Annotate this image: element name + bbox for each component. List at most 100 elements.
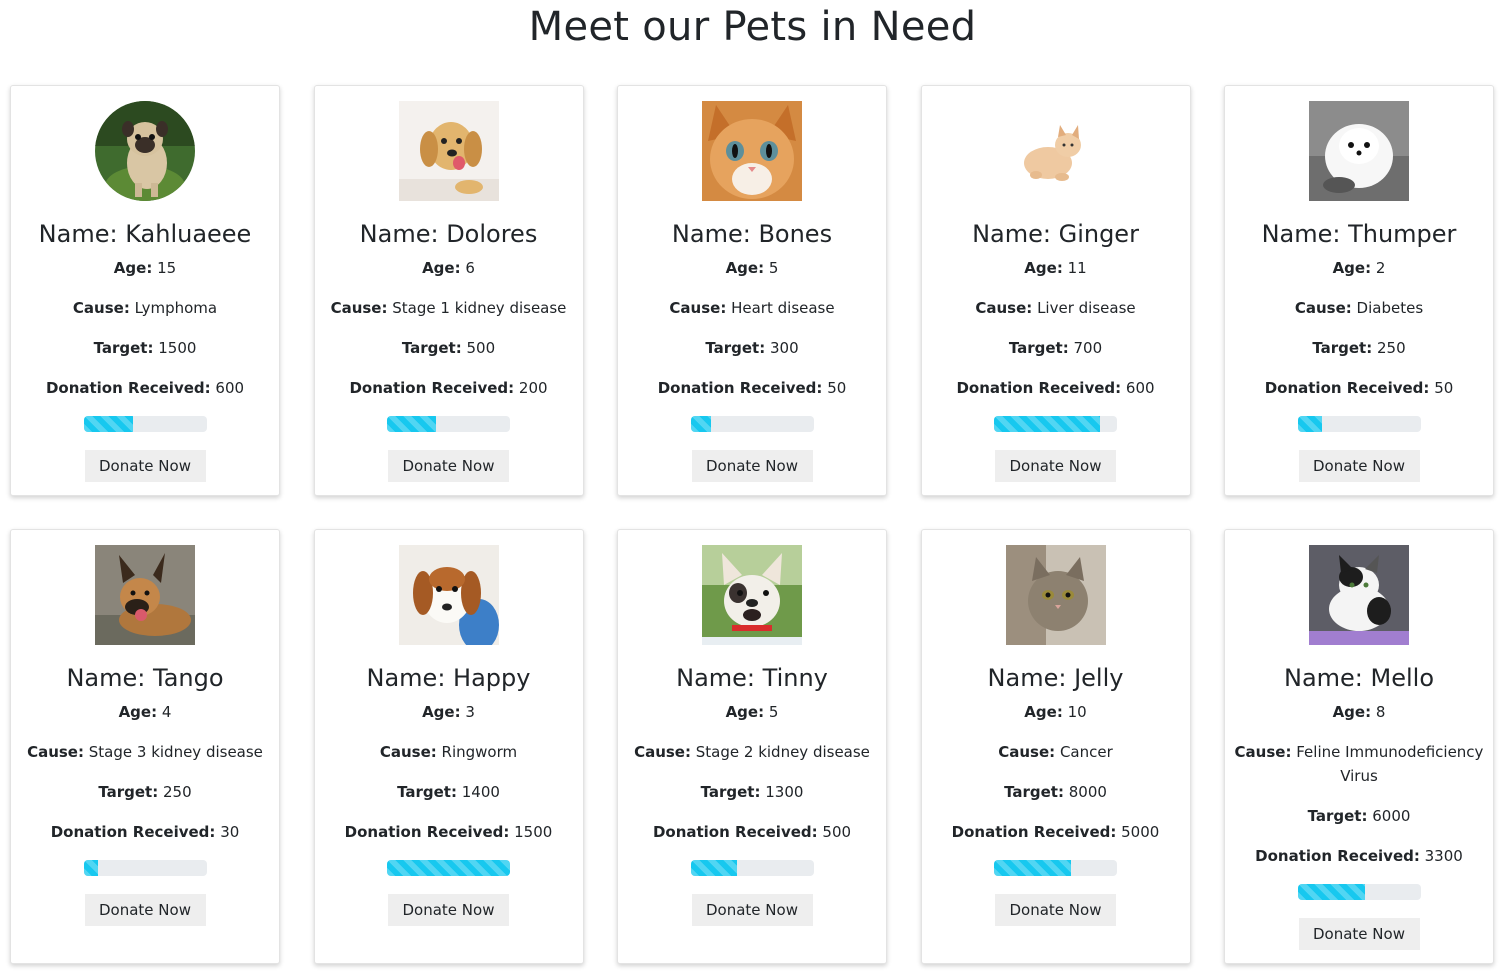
pet-target: Target: 1300: [700, 783, 804, 801]
pet-card-tango: Name: Tango Age: 4 Cause: Stage 3 kidney…: [10, 529, 280, 964]
page-title: Meet our Pets in Need: [528, 4, 977, 50]
donate-now-button[interactable]: Donate Now: [995, 894, 1116, 926]
pet-age: Age: 11: [1024, 259, 1087, 277]
pet-donation: Donation Received: 50: [1264, 379, 1454, 397]
pet-age: Age: 3: [422, 703, 475, 721]
donation-progress-bar: [994, 860, 1117, 876]
donation-progress-fill: [387, 416, 437, 432]
german-shepherd-photo: [95, 545, 195, 645]
pet-target: Target: 1400: [397, 783, 500, 801]
tabby-cat-photo: [1005, 545, 1106, 645]
pet-donation: Donation Received: 1500: [344, 823, 553, 841]
pet-name: Name: Tinny: [676, 664, 828, 692]
black-white-cat-photo: [1309, 545, 1409, 645]
donation-progress-bar: [83, 860, 207, 876]
pet-age: Age: 15: [113, 259, 177, 277]
pet-donation: Donation Received: 50: [657, 379, 847, 397]
pet-age: Age: 6: [422, 259, 475, 277]
donation-progress-fill: [83, 860, 99, 876]
pet-card-dolores: Name: Dolores Age: 6 Cause: Stage 1 kidn…: [313, 85, 584, 496]
golden-retriever-puppy-photo: [398, 101, 499, 201]
pet-card-ginger: Name: Ginger Age: 11 Cause: Liver diseas…: [920, 85, 1191, 496]
pet-name: Name: Happy: [366, 664, 531, 692]
donate-now-button[interactable]: Donate Now: [1298, 450, 1420, 482]
pet-cause: Cause: Liver disease: [975, 299, 1136, 317]
cream-cat-photo: [1005, 101, 1106, 201]
pet-age: Age: 8: [1332, 703, 1386, 721]
french-bulldog-photo: [702, 545, 802, 645]
donate-now-button[interactable]: Donate Now: [691, 894, 813, 926]
donation-progress-fill: [1297, 884, 1366, 900]
pet-name: Name: Ginger: [972, 220, 1139, 248]
donation-progress-fill: [994, 860, 1071, 876]
pet-card-thumper: Name: Thumper Age: 2 Cause: Diabetes Tar…: [1224, 85, 1494, 496]
pet-name: Name: Kahluaeee: [38, 220, 252, 248]
donation-progress-bar: [690, 416, 814, 432]
white-pomeranian-photo: [1309, 101, 1409, 201]
pet-target: Target: 250: [98, 783, 192, 801]
pet-cause: Cause: Stage 3 kidney disease: [27, 743, 263, 761]
donation-progress-fill: [690, 860, 738, 876]
pet-donation: Donation Received: 600: [956, 379, 1155, 397]
pet-target: Target: 6000: [1307, 807, 1411, 825]
donate-now-button[interactable]: Donate Now: [691, 450, 813, 482]
pet-name: Name: Tango: [66, 664, 224, 692]
pet-donation: Donation Received: 5000: [951, 823, 1160, 841]
pet-donation: Donation Received: 600: [45, 379, 245, 397]
pet-donation: Donation Received: 500: [652, 823, 852, 841]
pet-cause: Cause: Feline Immunodeficiency Virus: [1234, 743, 1484, 785]
pet-name: Name: Dolores: [359, 220, 538, 248]
donate-now-button[interactable]: Donate Now: [84, 450, 206, 482]
pet-name: Name: Bones: [671, 220, 833, 248]
donate-now-button[interactable]: Donate Now: [995, 450, 1116, 482]
donation-progress-bar: [994, 416, 1117, 432]
pet-cause: Cause: Stage 1 kidney disease: [330, 299, 567, 317]
pet-card-tinny: Name: Tinny Age: 5 Cause: Stage 2 kidney…: [617, 529, 887, 964]
pet-cause: Cause: Ringworm: [379, 743, 518, 761]
donation-progress-bar: [387, 860, 510, 876]
pet-donation: Donation Received: 30: [50, 823, 240, 841]
pug-photo: [95, 101, 195, 201]
donation-progress-fill: [387, 860, 510, 876]
donation-progress-fill: [690, 416, 712, 432]
pet-donation: Donation Received: 3300: [1255, 847, 1463, 865]
donation-progress-fill: [994, 416, 1100, 432]
donation-progress-fill: [1297, 416, 1323, 432]
pet-age: Age: 10: [1024, 703, 1087, 721]
pet-age: Age: 2: [1332, 259, 1386, 277]
donation-progress-bar: [387, 416, 510, 432]
pet-card-kahluaeee: Name: Kahluaeee Age: 15 Cause: Lymphoma …: [10, 85, 280, 496]
pet-age: Age: 5: [725, 259, 779, 277]
donate-now-button[interactable]: Donate Now: [1298, 918, 1420, 950]
pet-target: Target: 700: [1008, 339, 1103, 357]
donation-progress-bar: [1297, 884, 1421, 900]
pet-cause: Cause: Stage 2 kidney disease: [634, 743, 870, 761]
donate-now-button[interactable]: Donate Now: [388, 894, 509, 926]
pet-card-jelly: Name: Jelly Age: 10 Cause: Cancer Target…: [920, 529, 1191, 964]
pet-name: Name: Jelly: [987, 664, 1124, 692]
donation-progress-fill: [83, 416, 133, 432]
pet-card-mello: Name: Mello Age: 8 Cause: Feline Immunod…: [1224, 529, 1494, 964]
pet-age: Age: 4: [118, 703, 172, 721]
beagle-puppy-photo: [398, 545, 499, 645]
pet-target: Target: 8000: [1004, 783, 1107, 801]
pet-card-bones: Name: Bones Age: 5 Cause: Heart disease …: [617, 85, 887, 496]
pet-target: Target: 500: [401, 339, 496, 357]
pet-card-happy: Name: Happy Age: 3 Cause: Ringworm Targe…: [313, 529, 584, 964]
pet-age: Age: 5: [725, 703, 779, 721]
donation-progress-bar: [83, 416, 207, 432]
pet-target: Target: 250: [1312, 339, 1406, 357]
pet-target: Target: 300: [705, 339, 799, 357]
donation-progress-bar: [690, 860, 814, 876]
donate-now-button[interactable]: Donate Now: [84, 894, 206, 926]
pet-donation: Donation Received: 200: [349, 379, 548, 397]
pet-cause: Cause: Lymphoma: [72, 299, 218, 317]
pet-grid: Name: Kahluaeee Age: 15 Cause: Lymphoma …: [10, 85, 1494, 964]
pet-name: Name: Thumper: [1261, 220, 1457, 248]
pet-cause: Cause: Heart disease: [669, 299, 835, 317]
donation-progress-bar: [1297, 416, 1421, 432]
donate-now-button[interactable]: Donate Now: [388, 450, 509, 482]
pet-cause: Cause: Cancer: [998, 743, 1113, 761]
pet-target: Target: 1500: [93, 339, 197, 357]
orange-kitten-photo: [702, 101, 802, 201]
